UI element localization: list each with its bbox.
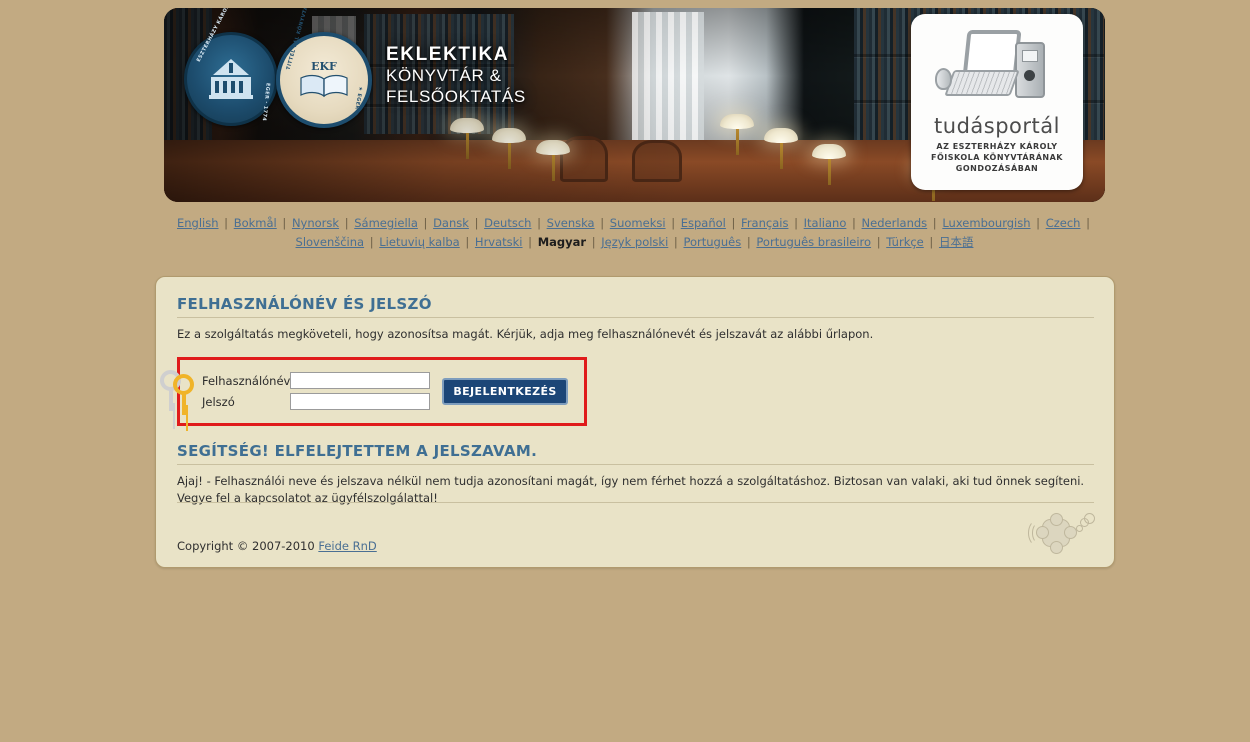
- language-separator: |: [341, 216, 353, 230]
- language-separator: |: [220, 216, 232, 230]
- language-link[interactable]: Nederlands: [862, 216, 928, 230]
- language-separator: |: [925, 235, 937, 249]
- language-link[interactable]: Język polski: [601, 235, 668, 249]
- login-lead-text: Ez a szolgáltatás megköveteli, hogy azon…: [177, 327, 874, 341]
- language-selector[interactable]: English | Bokmål | Nynorsk | Sámegiella …: [164, 214, 1105, 252]
- language-separator: |: [873, 235, 885, 249]
- college-seal-logo: ESZTERHÁZY KÁROLY FŐISKOLA EGER · 1774: [184, 8, 278, 126]
- language-link[interactable]: Czech: [1046, 216, 1081, 230]
- help-heading: SEGÍTSÉG! ELFELEJTETTEM A JELSZAVAM.: [177, 442, 1094, 465]
- language-separator: |: [1082, 216, 1090, 230]
- logo-knob: [1050, 513, 1063, 526]
- keyboard-icon: [944, 70, 1020, 96]
- language-separator: |: [929, 216, 941, 230]
- language-separator: |: [743, 235, 755, 249]
- simplesamlphp-logo: [1028, 513, 1095, 554]
- language-link[interactable]: Français: [741, 216, 788, 230]
- language-separator: |: [588, 235, 600, 249]
- tudasportal-subtitle: AZ ESZTERHÁZY KÁROLY FŐISKOLA KÖNYVTÁRÁN…: [911, 141, 1083, 174]
- language-link[interactable]: Hrvatski: [475, 235, 523, 249]
- mouse-icon: [935, 68, 952, 90]
- language-separator: |: [278, 216, 290, 230]
- help-section: SEGÍTSÉG! ELFELEJTETTEM A JELSZAVAM. Aja…: [177, 442, 1094, 507]
- language-separator: |: [533, 216, 545, 230]
- language-separator: |: [727, 216, 740, 230]
- password-label: Jelszó: [202, 394, 235, 409]
- language-link[interactable]: Türkçe: [886, 235, 924, 249]
- library-seal-logo: EKF TITTEL PÁL KÖNYVTÁR ÉS MÉDIACENTRUM …: [276, 8, 372, 128]
- language-link[interactable]: Deutsch: [484, 216, 531, 230]
- password-row: Jelszó: [202, 391, 431, 412]
- language-link[interactable]: Português brasileiro: [756, 235, 871, 249]
- password-input[interactable]: [290, 393, 431, 410]
- language-separator: |: [419, 216, 432, 230]
- language-separator: |: [790, 216, 802, 230]
- language-separator: |: [524, 235, 536, 249]
- language-link[interactable]: Lietuvių kalba: [379, 235, 459, 249]
- logo-bubble: [1084, 513, 1095, 524]
- language-link[interactable]: Dansk: [433, 216, 469, 230]
- language-link[interactable]: Slovenščina: [296, 235, 365, 249]
- language-link[interactable]: 日本語: [939, 235, 974, 249]
- banner-title-line-2: KÖNYVTÁR &: [386, 66, 502, 85]
- language-separator: |: [366, 235, 378, 249]
- seal-ring-caption: ESZTERHÁZY KÁROLY FŐISKOLA EGER · 1774: [195, 8, 271, 122]
- credentials-table: Felhasználónév Jelszó: [202, 370, 431, 412]
- language-link[interactable]: Suomeksi: [610, 216, 666, 230]
- language-separator: |: [667, 216, 679, 230]
- tower-icon: [1015, 42, 1045, 98]
- banner-title-line-1: EKLEKTIKA: [386, 44, 510, 65]
- banner-title-line-3: FELSŐOKTATÁS: [386, 87, 526, 106]
- copyright: Copyright © 2007-2010 Feide RnD: [177, 539, 377, 553]
- tudasportal-wordmark: tudásportál: [934, 114, 1060, 138]
- username-label: Felhasználónév: [202, 373, 291, 388]
- login-form: Felhasználónév Jelszó BEJELENTKEZÉS: [160, 357, 587, 426]
- language-link[interactable]: Italiano: [804, 216, 847, 230]
- login-submit-button[interactable]: BEJELENTKEZÉS: [442, 377, 568, 405]
- language-link[interactable]: Luxembourgish: [942, 216, 1030, 230]
- language-separator: |: [461, 235, 473, 249]
- tudasportal-card: tudásportál AZ ESZTERHÁZY KÁROLY FŐISKOL…: [911, 14, 1083, 190]
- logo-knob: [1050, 541, 1063, 554]
- banner-title: EKLEKTIKA KÖNYVTÁR & FELSŐOKTATÁS: [386, 44, 526, 107]
- language-link[interactable]: Português: [683, 235, 741, 249]
- site-banner: ESZTERHÁZY KÁROLY FŐISKOLA EGER · 1774 E…: [164, 8, 1105, 202]
- language-separator: |: [1032, 216, 1044, 230]
- language-link[interactable]: Nynorsk: [292, 216, 339, 230]
- login-heading: FELHASZNÁLÓNÉV ÉS JELSZÓ: [177, 295, 1094, 318]
- keys-icon: [160, 366, 196, 416]
- language-separator: |: [596, 216, 608, 230]
- language-link[interactable]: Español: [681, 216, 726, 230]
- logo-wave: [1028, 520, 1046, 546]
- language-link[interactable]: Bokmål: [234, 216, 277, 230]
- computer-icon: [911, 20, 1083, 112]
- tudasportal-subtitle-line-3: GONDOZÁSÁBAN: [955, 164, 1039, 173]
- language-link[interactable]: English: [177, 216, 219, 230]
- username-row: Felhasználónév: [202, 370, 431, 391]
- language-link[interactable]: Sámegiella: [354, 216, 418, 230]
- footer: Copyright © 2007-2010 Feide RnD: [177, 502, 1095, 554]
- language-separator: |: [470, 216, 483, 230]
- username-input[interactable]: [290, 372, 431, 389]
- tudasportal-subtitle-line-2: FŐISKOLA KÖNYVTÁRÁNAK: [930, 153, 1063, 162]
- feide-rnd-link[interactable]: Feide RnD: [318, 539, 376, 553]
- language-current-magyar: Magyar: [537, 235, 587, 249]
- language-separator: |: [670, 235, 682, 249]
- login-content-card: FELHASZNÁLÓNÉV ÉS JELSZÓ Ez a szolgáltat…: [155, 276, 1115, 568]
- gold-key-icon: [173, 374, 194, 415]
- language-link[interactable]: Svenska: [547, 216, 595, 230]
- tudasportal-subtitle-line-1: AZ ESZTERHÁZY KÁROLY: [936, 142, 1058, 151]
- copyright-text: Copyright © 2007-2010: [177, 539, 315, 553]
- seal-ring-caption: TITTEL PÁL KÖNYVTÁR ÉS MÉDIACENTRUM ★ EG…: [286, 8, 364, 117]
- language-separator: |: [848, 216, 860, 230]
